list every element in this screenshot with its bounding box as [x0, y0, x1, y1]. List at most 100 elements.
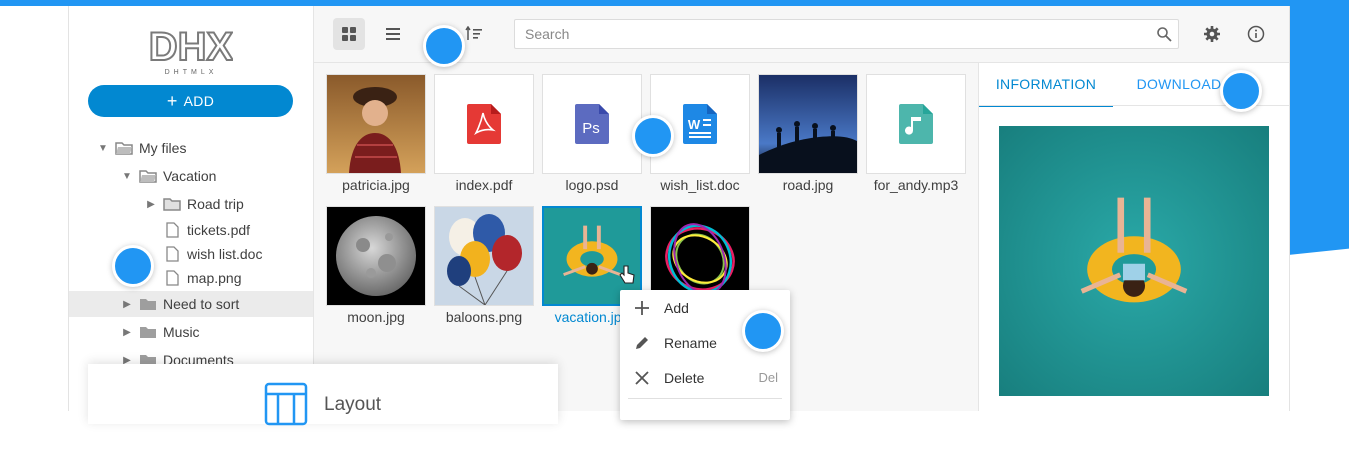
- tab-information[interactable]: INFORMATION: [979, 63, 1113, 107]
- svg-text:Ps: Ps: [582, 120, 600, 137]
- photo-balloons-image: [435, 207, 533, 305]
- tree-item-music[interactable]: ▶ Music: [119, 319, 200, 345]
- file-tile[interactable]: index.pdf: [434, 74, 534, 193]
- caret-right-icon[interactable]: ▶: [119, 327, 135, 338]
- grid-view-button[interactable]: [333, 18, 365, 50]
- menu-item-label: Add: [664, 299, 689, 316]
- tree-item-label: Need to sort: [163, 296, 240, 312]
- folder-filled-icon: [140, 299, 156, 310]
- pdf-file-icon: [467, 104, 501, 144]
- tree-item-tickets[interactable]: tickets.pdf: [159, 217, 250, 243]
- hotspot-dot[interactable]: [742, 310, 784, 352]
- menu-item-label: Rename: [664, 334, 717, 351]
- file-thumbnail-pdf: [434, 74, 534, 174]
- file-thumbnail-photo: [434, 206, 534, 306]
- tree-item-label: map.png: [187, 270, 242, 286]
- add-button-label: ADD: [183, 93, 215, 109]
- menu-separator: [628, 398, 782, 399]
- file-preview: [999, 126, 1269, 396]
- file-thumbnail-psd: Ps: [542, 74, 642, 174]
- file-tile[interactable]: baloons.png: [434, 206, 534, 325]
- file-thumbnail-photo: [326, 206, 426, 306]
- tree-item-wish-list[interactable]: wish list.doc: [159, 241, 262, 267]
- logo-subtext: DHTMLX: [165, 69, 218, 76]
- hotspot-dot[interactable]: [1220, 70, 1262, 112]
- hotspot-dot[interactable]: [632, 115, 674, 157]
- folder-filled-icon: [140, 327, 156, 338]
- details-panel: INFORMATION DOWNLOAD: [978, 63, 1289, 411]
- photo-moon-image: [327, 207, 425, 305]
- music-file-icon: [899, 104, 933, 144]
- search-icon[interactable]: [1156, 26, 1172, 42]
- folder-open-icon: [115, 142, 133, 155]
- dhx-logo: DHX DHTMLX: [148, 24, 235, 76]
- file-name: logo.psd: [565, 177, 619, 193]
- tree-item-map[interactable]: map.png: [159, 265, 241, 291]
- caret-right-icon[interactable]: ▶: [119, 299, 135, 310]
- info-button[interactable]: [1240, 18, 1272, 50]
- caret-right-icon[interactable]: ▶: [143, 199, 159, 210]
- file-icon: [166, 270, 179, 286]
- file-icon: [166, 222, 179, 238]
- list-view-button[interactable]: [377, 18, 409, 50]
- settings-button[interactable]: [1196, 18, 1228, 50]
- file-tile[interactable]: Ps logo.psd: [542, 74, 642, 193]
- tree-item-label: wish list.doc: [187, 246, 263, 262]
- file-tile[interactable]: moon.jpg: [326, 206, 426, 325]
- file-name: road.jpg: [782, 177, 834, 193]
- file-tile[interactable]: road.jpg: [758, 74, 858, 193]
- plus-icon: [620, 300, 664, 316]
- layout-card-label: Layout: [324, 394, 382, 415]
- photo-road-image: [759, 75, 857, 173]
- sort-icon: [465, 26, 482, 40]
- tree-item-my-files[interactable]: ▼ My files: [95, 135, 186, 161]
- file-name: moon.jpg: [347, 309, 405, 325]
- menu-item-delete[interactable]: Delete Del: [620, 360, 790, 395]
- psd-file-icon: Ps: [575, 104, 609, 144]
- tree-item-vacation[interactable]: ▼ Vacation: [119, 163, 216, 189]
- preview-vacation-image: [999, 126, 1269, 396]
- hotspot-dot[interactable]: [112, 245, 154, 287]
- plus-icon: +: [166, 91, 178, 111]
- file-name: wish_list.doc: [660, 177, 740, 193]
- tree-item-label: My files: [139, 140, 187, 156]
- tree-item-label: tickets.pdf: [187, 222, 251, 238]
- caret-down-icon[interactable]: ▼: [95, 143, 111, 154]
- svg-text:W: W: [688, 117, 701, 132]
- hand-cursor-icon: [619, 265, 635, 284]
- file-thumbnail-photo: [758, 74, 858, 174]
- file-name: index.pdf: [455, 177, 513, 193]
- file-tile[interactable]: patricia.jpg: [326, 74, 426, 193]
- folder-open-icon: [139, 170, 157, 183]
- add-button[interactable]: + ADD: [88, 85, 293, 117]
- layout-card: Layout: [88, 364, 558, 426]
- grid-icon: [342, 27, 356, 41]
- layout-icon: [264, 382, 308, 426]
- folder-icon: [163, 198, 181, 211]
- tree-item-label: Road trip: [187, 196, 244, 212]
- file-name: patricia.jpg: [342, 177, 410, 193]
- tree-item-label: Vacation: [163, 168, 217, 184]
- close-icon: [620, 370, 664, 386]
- search-input[interactable]: [523, 25, 1147, 43]
- menu-item-hotkey: Del: [758, 370, 778, 385]
- menu-item-label: Delete: [664, 369, 705, 386]
- file-tile[interactable]: for_andy.mp3: [866, 74, 966, 193]
- file-icon: [166, 246, 179, 262]
- doc-file-icon: W: [683, 104, 717, 144]
- info-icon: [1247, 25, 1265, 43]
- file-name: baloons.png: [445, 309, 523, 325]
- search-field[interactable]: [514, 19, 1179, 49]
- background-right-white-shape: [1288, 242, 1349, 455]
- file-name: for_andy.mp3: [873, 177, 959, 193]
- caret-down-icon[interactable]: ▼: [119, 171, 135, 182]
- sidebar: DHX DHTMLX + ADD ▼ My files ▼ Vacation ▶…: [69, 6, 314, 411]
- logo-text: DHX: [149, 25, 233, 69]
- hotspot-dot[interactable]: [423, 25, 465, 67]
- tree-item-label: Music: [163, 324, 200, 340]
- pencil-icon: [620, 335, 664, 351]
- file-thumbnail-mp3: [866, 74, 966, 174]
- file-thumbnail-photo: [326, 74, 426, 174]
- tree-item-road-trip[interactable]: ▶ Road trip: [143, 191, 244, 217]
- tree-item-need-to-sort[interactable]: ▶ Need to sort: [119, 291, 239, 317]
